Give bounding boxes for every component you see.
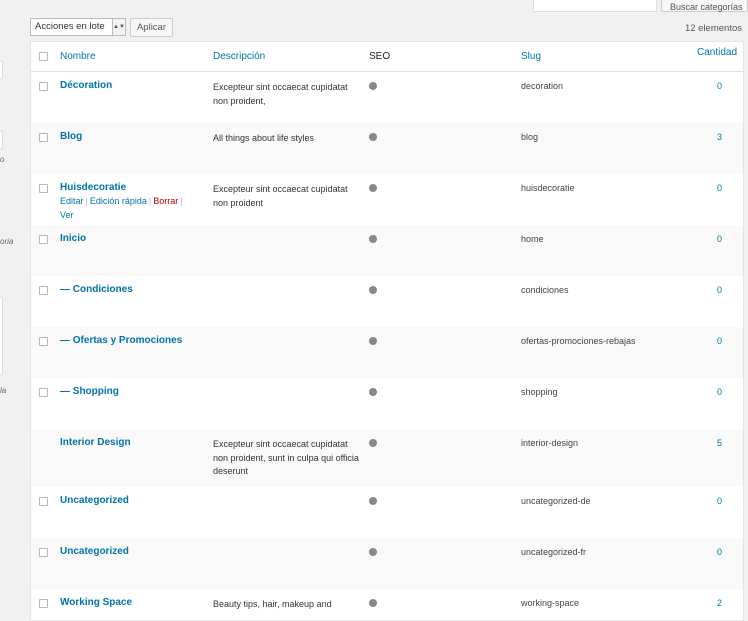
seo-status-icon (369, 548, 377, 556)
category-slug: blog (521, 132, 539, 142)
row-checkbox[interactable] (39, 548, 48, 557)
category-slug: decoration (521, 81, 564, 91)
column-name-sort[interactable]: Nombre (60, 51, 96, 62)
row-actions: Editar | Edición rápida | Borrar | Ver (60, 195, 200, 222)
categories-table: Nombre Descripción SEO Slug Cantidad Déc… (30, 41, 744, 621)
row-checkbox[interactable] (39, 235, 48, 244)
seo-status-icon (369, 82, 377, 90)
category-count-link[interactable]: 0 (712, 496, 722, 506)
seo-status-icon (369, 599, 377, 607)
edit-link[interactable]: Editar (60, 196, 84, 206)
search-categories-input[interactable] (533, 0, 657, 12)
category-slug: shopping (521, 387, 558, 397)
category-count-link[interactable]: 0 (712, 234, 722, 244)
seo-status-icon (369, 235, 377, 243)
category-description: Excepteur sint occaecat cupidatat non pr… (213, 82, 348, 106)
sidebar-text-fragment: oria (0, 237, 14, 246)
category-description: All things about life styles (213, 133, 315, 143)
category-name-link[interactable]: Blog (60, 131, 82, 142)
table-row: Blog All things about life styles blog 3 (31, 123, 743, 174)
column-count-sort[interactable]: Cantidad (697, 47, 737, 58)
bulk-actions-select[interactable]: Acciones en lote ▲▼ (30, 18, 126, 36)
row-checkbox[interactable] (39, 82, 48, 91)
category-description: Excepteur sint occaecat cupidatat non pr… (213, 439, 359, 476)
row-checkbox[interactable] (39, 184, 48, 193)
sidebar-text-fragment: la (0, 386, 7, 395)
seo-status-icon (369, 133, 377, 141)
category-description: Beauty tips, hair, makeup and (213, 599, 332, 609)
separator: | (180, 196, 183, 206)
apply-button[interactable]: Aplicar (130, 18, 173, 37)
sidebar-text-fragment: o (0, 155, 5, 164)
table-row: — Condiciones condiciones 0 (31, 276, 743, 327)
row-checkbox[interactable] (39, 388, 48, 397)
category-count-link[interactable]: 0 (712, 285, 722, 295)
seo-status-icon (369, 337, 377, 345)
row-checkbox[interactable] (39, 497, 48, 506)
category-name-link[interactable]: — Shopping (60, 386, 119, 397)
row-checkbox[interactable] (39, 337, 48, 346)
category-name-link[interactable]: Uncategorized (60, 495, 129, 506)
category-description: Excepteur sint occaecat cupidatat non pr… (213, 184, 348, 208)
column-seo: SEO (369, 51, 391, 62)
category-count-link[interactable]: 0 (712, 336, 722, 346)
table-row: Huisdecoratie Editar | Edición rápida | Borr… (31, 174, 743, 225)
category-slug: uncategorized-de (521, 496, 591, 506)
table-header: Nombre Descripción SEO Slug Cantidad (31, 42, 743, 72)
sidebar-field-fragment[interactable] (0, 131, 3, 149)
select-all-checkbox[interactable] (39, 52, 48, 61)
category-name-link[interactable]: — Condiciones (60, 284, 133, 295)
chevron-down-icon: ▲▼ (112, 19, 125, 35)
table-row: — Ofertas y Promociones ofertas-promocio… (31, 327, 743, 378)
category-name-link[interactable]: — Ofertas y Promociones (60, 335, 182, 346)
seo-status-icon (369, 184, 377, 192)
search-categories-button[interactable]: Buscar categorías (661, 0, 748, 12)
seo-status-icon (369, 439, 377, 447)
row-checkbox[interactable] (39, 599, 48, 608)
category-slug: home (521, 234, 544, 244)
category-slug: condiciones (521, 285, 569, 295)
category-slug: working-space (521, 598, 580, 608)
table-row: Interior Design Excepteur sint occaecat … (31, 429, 743, 487)
items-count: 12 elementos (684, 23, 742, 34)
seo-status-icon (369, 388, 377, 396)
category-count-link[interactable]: 0 (712, 387, 722, 397)
column-description-sort[interactable]: Descripción (213, 51, 265, 62)
row-checkbox[interactable] (39, 286, 48, 295)
sidebar-field-fragment[interactable] (0, 61, 3, 79)
category-count-link[interactable]: 3 (712, 132, 722, 142)
table-row: — Shopping shopping 0 (31, 378, 743, 429)
table-row: Inicio home 0 (31, 225, 743, 276)
table-row: Uncategorized uncategorized-de 0 (31, 487, 743, 538)
category-name-link[interactable]: Uncategorized (60, 546, 129, 557)
seo-status-icon (369, 286, 377, 294)
category-count-link[interactable]: 0 (712, 547, 722, 557)
category-count-link[interactable]: 5 (712, 438, 722, 448)
category-slug: ofertas-promociones-rebajas (521, 336, 636, 346)
table-row: Uncategorized uncategorized-fr 0 (31, 538, 743, 589)
quick-edit-link[interactable]: Edición rápida (90, 196, 147, 206)
admin-sidebar-fragment: o oria la (0, 0, 30, 608)
column-slug-sort[interactable]: Slug (521, 51, 541, 62)
category-slug: huisdecoratie (521, 183, 575, 193)
category-slug: interior-design (521, 438, 579, 448)
category-name-link[interactable]: Working Space (60, 597, 132, 608)
view-link[interactable]: Ver (60, 210, 74, 220)
table-row: Décoration Excepteur sint occaecat cupid… (31, 72, 743, 123)
category-name-link[interactable]: Inicio (60, 233, 86, 244)
category-name-link[interactable]: Interior Design (60, 437, 131, 448)
table-row: Working Space Beauty tips, hair, makeup … (31, 589, 743, 620)
category-name-link[interactable]: Décoration (60, 80, 112, 91)
category-slug: uncategorized-fr (521, 547, 587, 557)
bulk-actions-value: Acciones en lote (35, 21, 105, 32)
category-count-link[interactable]: 0 (712, 183, 722, 193)
row-checkbox[interactable] (39, 133, 48, 142)
delete-link[interactable]: Borrar (153, 196, 178, 206)
seo-status-icon (369, 497, 377, 505)
category-count-link[interactable]: 0 (712, 81, 722, 91)
sidebar-textarea-fragment[interactable] (0, 297, 3, 375)
category-count-link[interactable]: 2 (712, 598, 722, 608)
category-name-link[interactable]: Huisdecoratie (60, 182, 126, 193)
